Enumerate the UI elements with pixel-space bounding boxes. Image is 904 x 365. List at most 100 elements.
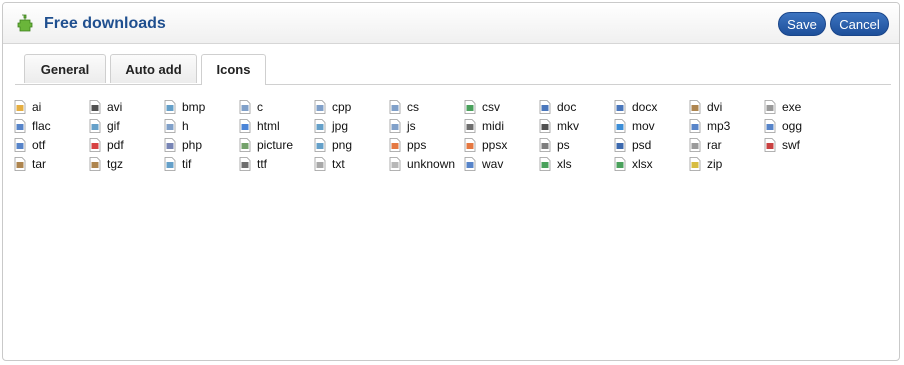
avi-file-icon <box>88 99 102 114</box>
file-type-csv: csv <box>463 97 500 116</box>
file-type-jpg: jpg <box>313 116 348 135</box>
psd-file-icon <box>613 137 627 152</box>
file-type-docx: docx <box>613 97 657 116</box>
file-type-label: swf <box>782 137 800 152</box>
h-file-icon <box>163 118 177 133</box>
file-type-mp3: mp3 <box>688 116 730 135</box>
file-type-label: mkv <box>557 118 579 133</box>
file-type-label: ppsx <box>482 137 508 152</box>
docx-file-icon <box>613 99 627 114</box>
file-type-label: pps <box>407 137 427 152</box>
file-type-avi: avi <box>88 97 122 116</box>
file-type-label: ttf <box>257 156 268 171</box>
file-type-xls: xls <box>538 154 572 173</box>
csv-file-icon <box>463 99 477 114</box>
flac-file-icon <box>13 118 27 133</box>
file-type-label: mov <box>632 118 655 133</box>
midi-file-icon <box>463 118 477 133</box>
file-type-label: rar <box>707 137 722 152</box>
file-type-cpp: cpp <box>313 97 351 116</box>
bmp-file-icon <box>163 99 177 114</box>
file-type-psd: psd <box>613 135 651 154</box>
file-type-wav: wav <box>463 154 503 173</box>
save-button[interactable]: Save <box>778 12 826 36</box>
file-type-label: jpg <box>332 118 349 133</box>
file-type-txt: txt <box>313 154 345 173</box>
ai-file-icon <box>13 99 27 114</box>
pdf-file-icon <box>88 137 102 152</box>
file-type-dvi: dvi <box>688 97 722 116</box>
file-type-mov: mov <box>613 116 655 135</box>
file-type-flac: flac <box>13 116 51 135</box>
ps-file-icon <box>538 137 552 152</box>
file-type-h: h <box>163 116 189 135</box>
file-type-label: txt <box>332 156 345 171</box>
tab-icons[interactable]: Icons <box>201 54 266 85</box>
downloads-panel: Free downloads Save Cancel General Auto … <box>2 2 900 361</box>
file-type-label: png <box>332 137 353 152</box>
file-icon-grid: ai flac otf tar avi gif pdf tgz bmp h php tif c html p… <box>3 97 899 187</box>
file-type-picture: picture <box>238 135 293 154</box>
file-type-label: picture <box>257 137 294 152</box>
ogg-file-icon <box>763 118 777 133</box>
file-type-label: bmp <box>182 99 206 114</box>
doc-file-icon <box>538 99 552 114</box>
file-type-label: xls <box>557 156 572 171</box>
mp3-file-icon <box>688 118 702 133</box>
pps-file-icon <box>388 137 402 152</box>
swf-file-icon <box>763 137 777 152</box>
picture-file-icon <box>238 137 252 152</box>
c-file-icon <box>238 99 252 114</box>
zip-file-icon <box>688 156 702 171</box>
file-type-gif: gif <box>88 116 120 135</box>
rar-file-icon <box>688 137 702 152</box>
file-type-php: php <box>163 135 202 154</box>
tab-auto-add[interactable]: Auto add <box>110 54 197 83</box>
file-type-label: doc <box>557 99 577 114</box>
file-type-label: exe <box>782 99 802 114</box>
gif-file-icon <box>88 118 102 133</box>
png-file-icon <box>313 137 327 152</box>
file-type-label: wav <box>482 156 504 171</box>
html-file-icon <box>238 118 252 133</box>
file-type-label: csv <box>482 99 500 114</box>
file-type-label: otf <box>32 137 46 152</box>
file-type-xlsx: xlsx <box>613 154 653 173</box>
file-type-png: png <box>313 135 352 154</box>
file-type-label: tar <box>32 156 47 171</box>
file-type-ppsx: ppsx <box>463 135 507 154</box>
dvi-file-icon <box>688 99 702 114</box>
tab-general[interactable]: General <box>24 54 106 83</box>
tar-file-icon <box>13 156 27 171</box>
file-type-pps: pps <box>388 135 426 154</box>
tif-file-icon <box>163 156 177 171</box>
file-type-label: ps <box>557 137 570 152</box>
ttf-file-icon <box>238 156 252 171</box>
file-type-ttf: ttf <box>238 154 267 173</box>
file-type-label: xlsx <box>632 156 653 171</box>
file-type-pdf: pdf <box>88 135 124 154</box>
file-type-label: dvi <box>707 99 723 114</box>
file-type-label: pdf <box>107 137 124 152</box>
mov-file-icon <box>613 118 627 133</box>
file-type-label: js <box>407 118 416 133</box>
wav-file-icon <box>463 156 477 171</box>
file-type-label: ai <box>32 99 42 114</box>
cancel-button[interactable]: Cancel <box>830 12 889 36</box>
jpg-file-icon <box>313 118 327 133</box>
file-type-zip: zip <box>688 154 722 173</box>
file-type-tif: tif <box>163 154 191 173</box>
file-type-rar: rar <box>688 135 722 154</box>
file-type-label: html <box>257 118 280 133</box>
tab-bar: General Auto add Icons <box>15 52 891 85</box>
file-type-label: docx <box>632 99 658 114</box>
file-type-c: c <box>238 97 263 116</box>
file-type-otf: otf <box>13 135 45 154</box>
file-type-doc: doc <box>538 97 576 116</box>
file-type-label: zip <box>707 156 723 171</box>
mkv-file-icon <box>538 118 552 133</box>
otf-file-icon <box>13 137 27 152</box>
file-type-cs: cs <box>388 97 419 116</box>
file-type-html: html <box>238 116 280 135</box>
file-type-mkv: mkv <box>538 116 579 135</box>
